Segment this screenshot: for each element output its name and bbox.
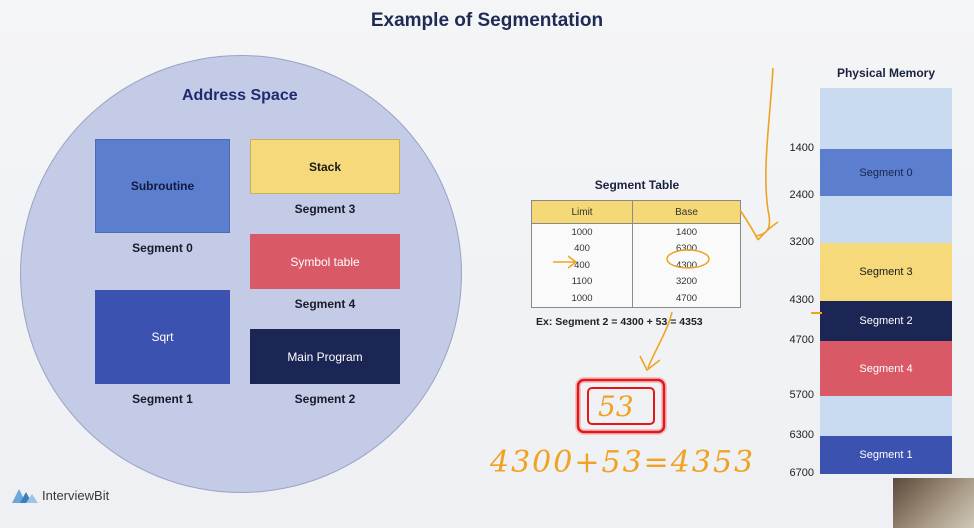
brand-name: InterviewBit — [42, 488, 110, 503]
interviewbit-logo-icon — [12, 488, 38, 503]
table-arrow-annotation — [553, 255, 578, 269]
brand-logo: InterviewBit — [12, 488, 109, 503]
annotation-overlay: 53 4300+53=4353 — [489, 67, 822, 480]
pointer-curve-annotation — [755, 67, 774, 237]
offset-arrow-annotation — [639, 311, 673, 372]
boxed-value-annotation: 53 — [598, 390, 634, 423]
handwritten-sum-annotation: 4300+53=4353 — [489, 445, 755, 480]
base-circle-annotation — [666, 249, 710, 269]
webcam-overlay — [893, 478, 974, 528]
